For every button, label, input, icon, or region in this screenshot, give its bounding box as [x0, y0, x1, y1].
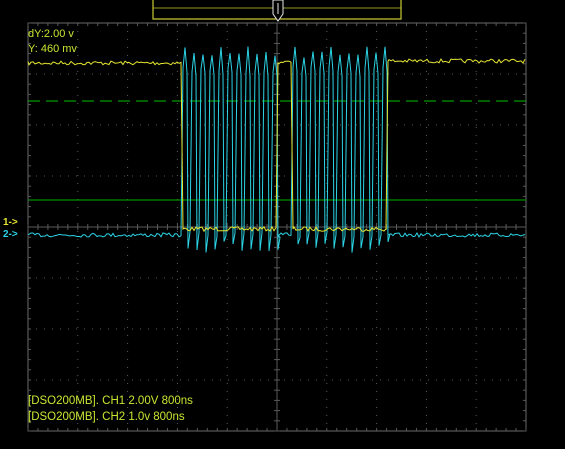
waveform-canvas	[27, 0, 527, 432]
cursor-y-readout: Y: 460 mv	[28, 43, 77, 55]
trigger-position-marker-icon[interactable]	[272, 0, 284, 22]
cursor-delta-y-readout: dY:2.00 v	[28, 28, 74, 40]
channel-1-ground-marker[interactable]: 1->	[3, 217, 18, 229]
channel-2-ground-marker[interactable]: 2->	[3, 229, 18, 241]
status-line-ch1: [DSO200MB]. CH1 2.00V 800ns	[28, 395, 193, 407]
oscilloscope-display: dY:2.00 v Y: 460 mv 1-> 2-> [DSO200MB]. …	[0, 0, 565, 449]
status-line-ch2: [DSO200MB]. CH2 1.0v 800ns	[28, 411, 185, 423]
